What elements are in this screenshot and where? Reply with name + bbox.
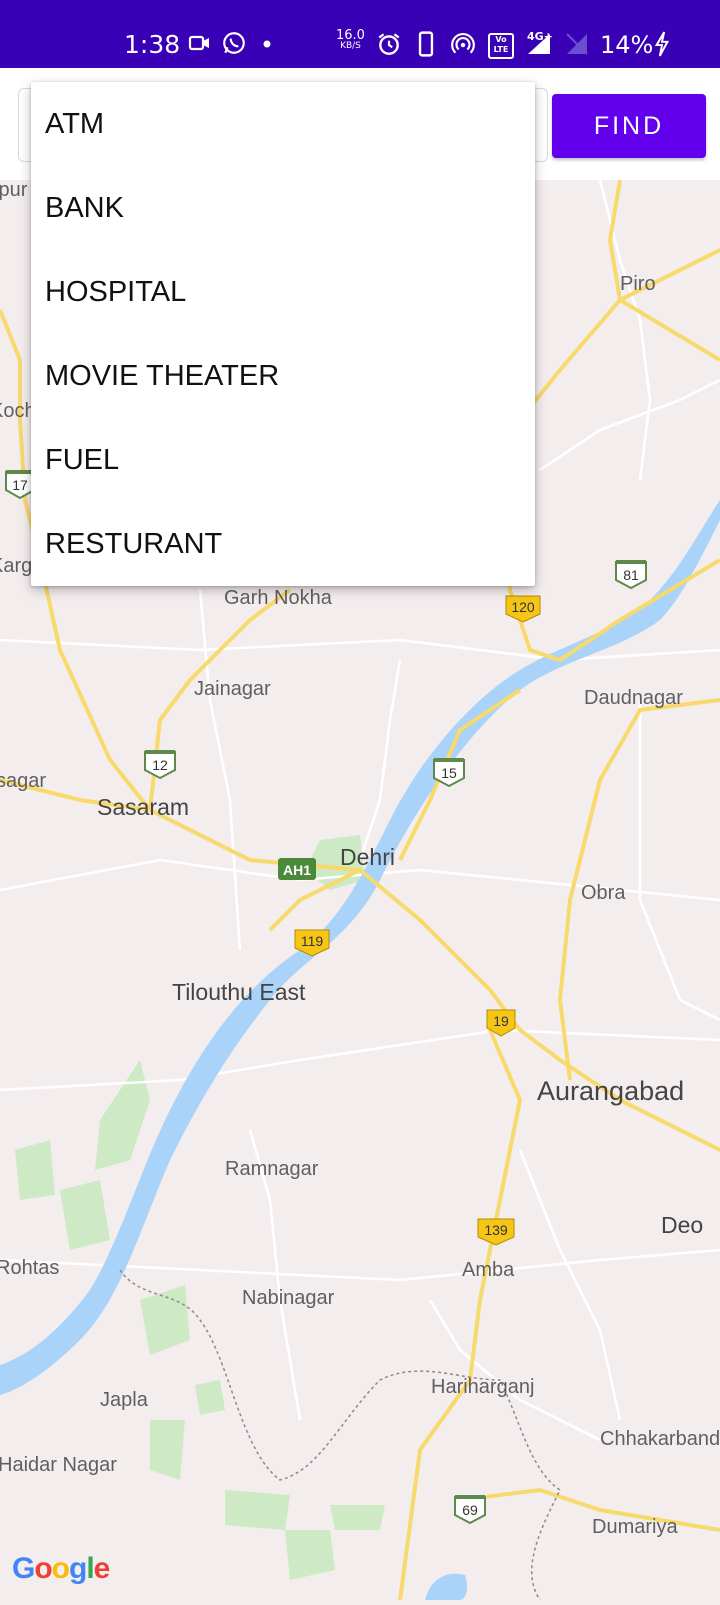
dropdown-option-movie-theater[interactable]: MOVIE THEATER: [31, 334, 535, 418]
place-label: Chhakarband: [600, 1428, 720, 1450]
charging-icon: [654, 31, 670, 57]
dropdown-option-resturant[interactable]: RESTURANT: [31, 502, 535, 586]
dropdown-option-fuel[interactable]: FUEL: [31, 418, 535, 502]
svg-text:119: 119: [301, 933, 324, 949]
place-label: Obra: [581, 882, 626, 904]
volte-icon: Vo LTE: [488, 33, 514, 59]
place-label: Hariharganj: [431, 1376, 534, 1398]
net-speed: 16.0 KB/S: [336, 28, 365, 51]
svg-text:12: 12: [152, 757, 168, 773]
place-label: Daudnagar: [584, 687, 683, 709]
phone-icon: [418, 31, 434, 57]
place-label: Rohtas: [0, 1257, 59, 1279]
place-label: Japla: [100, 1389, 149, 1411]
place-label: Tilouthu East: [172, 979, 306, 1005]
dot-icon: [263, 40, 271, 48]
dropdown-option-atm[interactable]: ATM: [31, 82, 535, 166]
svg-text:15: 15: [441, 765, 457, 781]
place-type-dropdown: ATM BANK HOSPITAL MOVIE THEATER FUEL RES…: [31, 82, 535, 586]
svg-text:69: 69: [462, 1502, 478, 1518]
place-label: Garh Nokha: [224, 587, 333, 609]
place-label: Sasaram: [97, 794, 189, 820]
place-label: Piro: [620, 273, 656, 295]
svg-text:81: 81: [623, 567, 639, 583]
place-label: Aurangabad: [537, 1076, 684, 1106]
place-label: Haidar Nagar: [0, 1454, 117, 1476]
place-label: ipur: [0, 180, 28, 201]
svg-text:120: 120: [511, 599, 535, 615]
signal-icon: [528, 34, 550, 54]
place-label: Nabinagar: [242, 1287, 335, 1309]
battery-percent: 14%: [600, 31, 654, 59]
place-label: Amba: [462, 1259, 515, 1281]
video-call-icon: [188, 35, 209, 51]
dropdown-option-bank[interactable]: BANK: [31, 166, 535, 250]
shield-ah1: AH1: [278, 858, 316, 880]
svg-text:AH1: AH1: [283, 862, 311, 878]
clock: 1:38: [124, 30, 181, 59]
place-label: Karg: [0, 555, 32, 577]
dropdown-option-hospital[interactable]: HOSPITAL: [31, 250, 535, 334]
place-label: Deo: [661, 1212, 703, 1238]
place-label: Dumariya: [592, 1516, 678, 1538]
whatsapp-icon: [223, 32, 245, 54]
status-bar: 1:38 16.0 KB/S Vo LTE 4G+ 14%: [0, 0, 720, 68]
find-button[interactable]: FIND: [552, 94, 706, 158]
place-label: Ramnagar: [225, 1158, 319, 1180]
place-label: sagar: [0, 770, 46, 792]
alarm-icon: [378, 33, 400, 55]
place-label: Dehri: [340, 844, 395, 870]
svg-text:139: 139: [484, 1222, 508, 1238]
place-label: Jainagar: [194, 678, 271, 700]
no-sim-icon: [566, 33, 588, 55]
svg-text:17: 17: [12, 477, 28, 493]
svg-text:19: 19: [493, 1013, 509, 1029]
hotspot-icon: [451, 33, 475, 54]
google-logo: Google: [12, 1552, 110, 1585]
